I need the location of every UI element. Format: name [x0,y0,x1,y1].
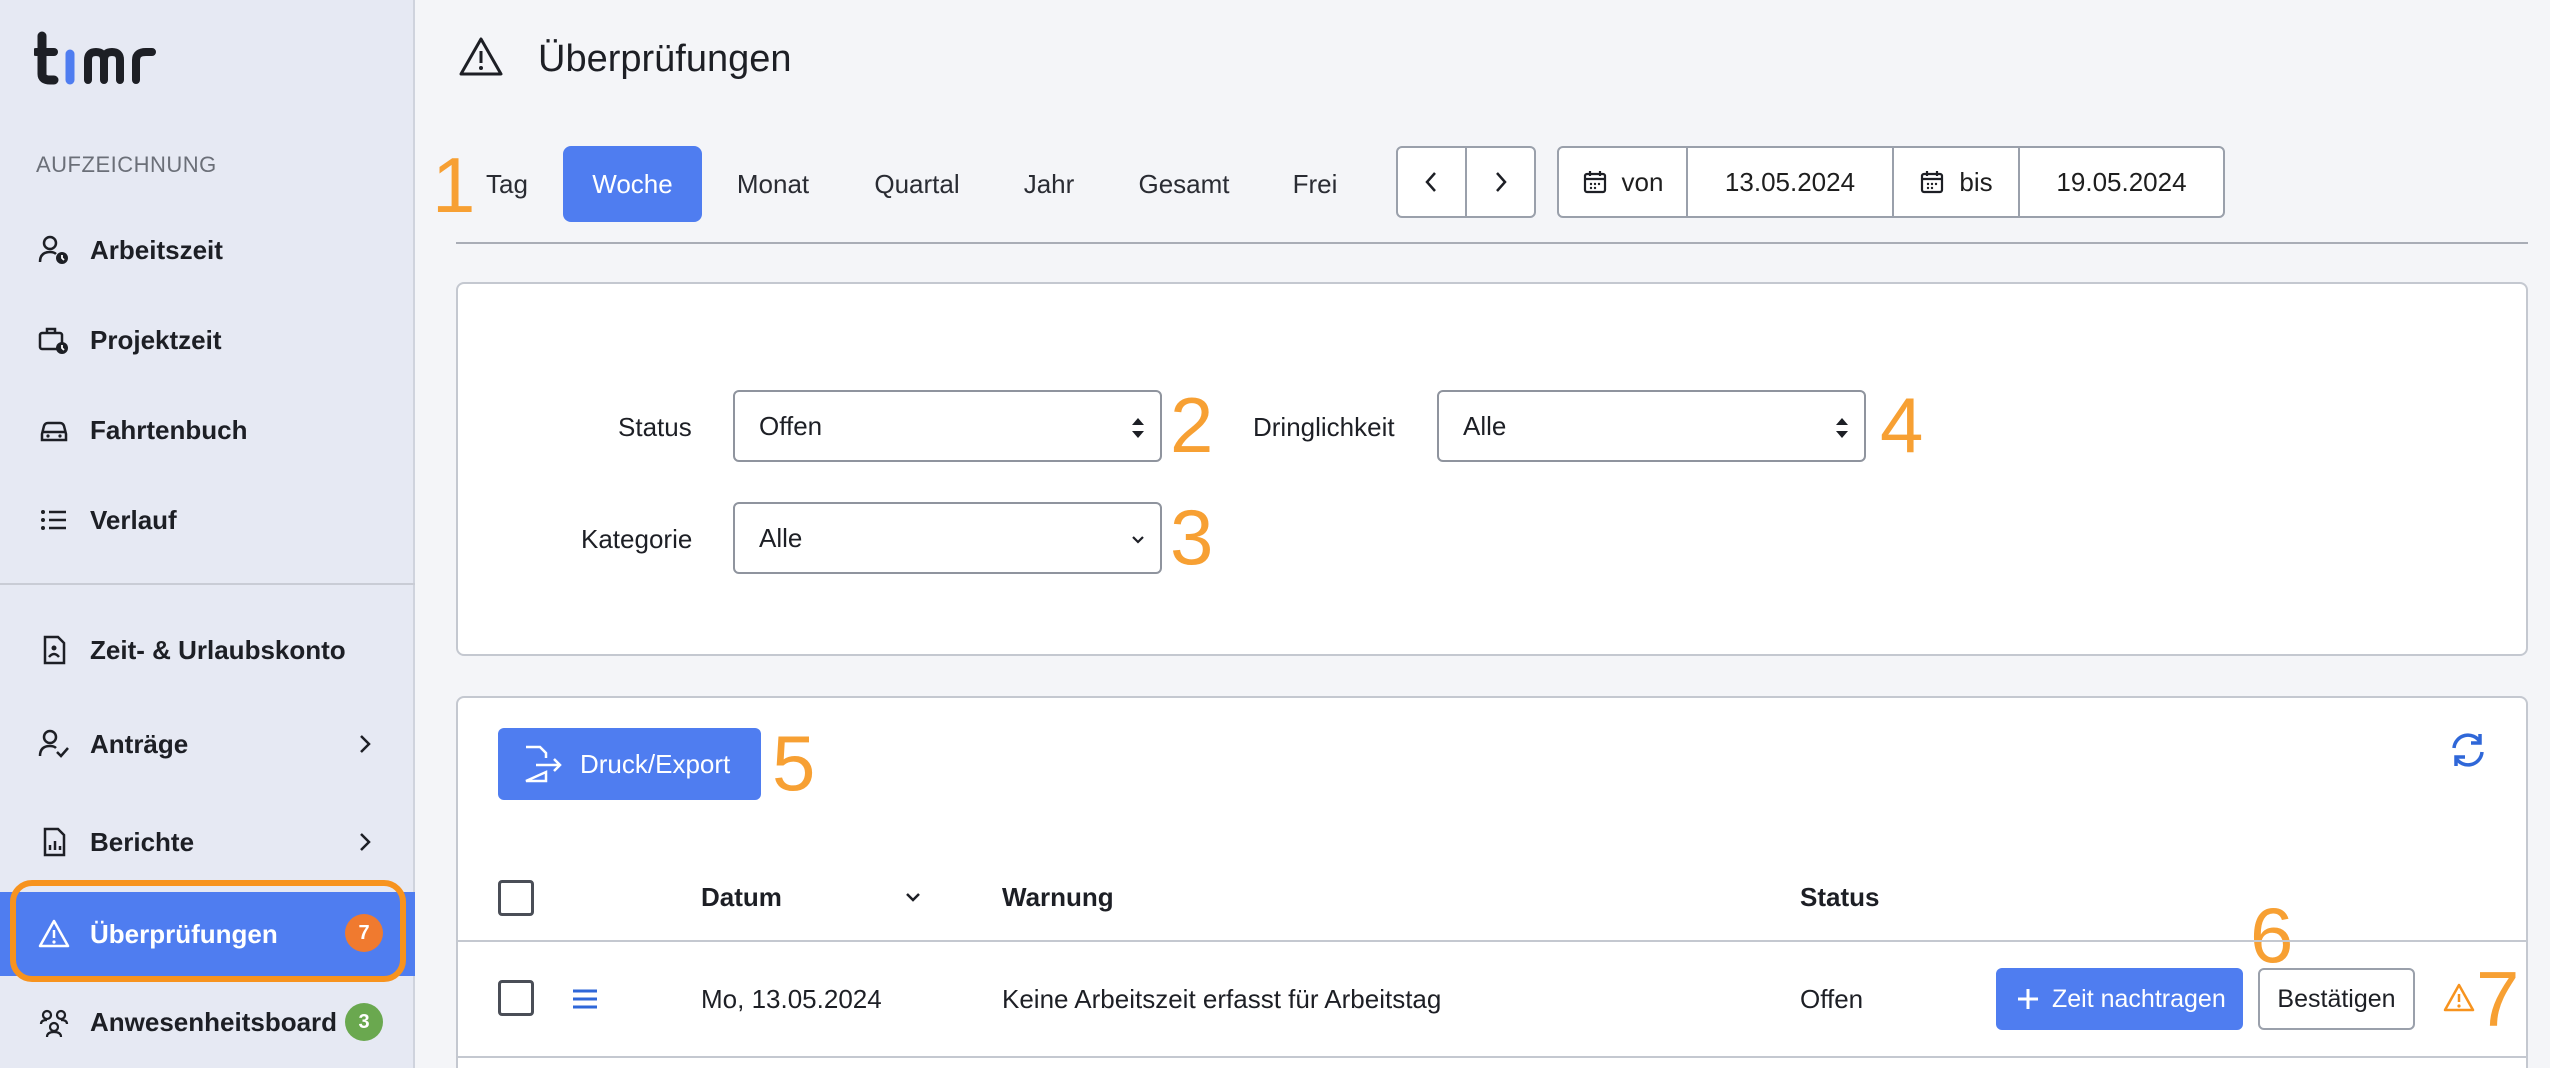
tab-tag[interactable]: Tag [478,146,536,222]
sort-chevron-down-icon[interactable] [900,884,926,915]
tab-monat[interactable]: Monat [725,146,821,222]
sidebar-item-projektzeit[interactable]: Projektzeit [0,300,415,380]
row-status: Offen [1800,984,1864,1014]
add-time-button[interactable]: Zeit nachtragen [1996,968,2243,1030]
sidebar-item-label: Berichte [90,826,195,857]
sidebar-item-label: Arbeitszeit [90,234,223,265]
page-header: Überprüfungen [458,36,792,83]
category-filter-label: Kategorie [581,524,693,554]
section-title-recording: AUFZEICHNUNG [36,152,217,177]
print-export-label: Druck/Export [580,748,731,779]
sidebar-item-label: Anträge [90,728,189,759]
chevron-right-icon [1496,172,1508,192]
chevron-right-icon [351,730,379,758]
warning-icon [2442,982,2476,1019]
urgency-select-value: Alle [1463,410,1507,441]
column-header-datum[interactable]: Datum [701,882,782,913]
tab-quartal[interactable]: Quartal [862,146,972,222]
sort-arrows-icon [1132,418,1144,438]
annotation-number: 1 [432,141,476,229]
sidebar-item-label: Projektzeit [90,324,222,355]
list-icon [36,502,72,538]
sidebar-item-fahrtenbuch[interactable]: Fahrtenbuch [0,390,415,470]
tab-gesamt[interactable]: Gesamt [1128,146,1240,222]
from-label: von [1621,166,1664,197]
row-warning: Keine Arbeitszeit erfasst für Arbeitstag [1002,984,1442,1014]
report-icon [36,824,72,860]
export-file-icon [525,745,562,783]
period-navigation [1396,146,1536,218]
refresh-icon[interactable] [2446,728,2490,777]
table-header-divider [458,940,2526,942]
group-icon [36,1004,72,1040]
add-time-label: Zeit nachtragen [2052,984,2226,1013]
highlight-annotation-box [10,880,406,982]
tab-jahr[interactable]: Jahr [1012,146,1086,222]
sidebar-item-label: Zeit- & Urlaubskonto [90,634,346,665]
calendar-icon [1921,171,1944,194]
filter-panel [456,282,2528,656]
annotation-number: 4 [1880,381,1924,469]
confirm-button[interactable]: Bestätigen [2258,968,2415,1030]
status-filter-label: Status [618,412,692,442]
sidebar-item-berichte[interactable]: Berichte [0,802,415,882]
chevron-left-icon [1424,172,1436,192]
sidebar: AUFZEICHNUNG Arbeitszeit Projektzeit Fah… [0,0,415,1068]
sidebar-item-label: Verlauf [90,504,177,535]
sidebar-item-label: Anwesenheitsboard [90,1006,338,1037]
annotation-number: 5 [772,719,816,807]
briefcase-clock-icon [36,322,72,358]
sidebar-item-label: Fahrtenbuch [90,414,248,445]
date-range-picker: von 13.05.2024 bis 19.05.2024 [1557,146,2225,218]
user-clock-icon [36,232,72,268]
to-date-input[interactable]: 19.05.2024 [2020,148,2223,216]
header-divider [456,242,2528,244]
annotation-number: 6 [2250,891,2294,979]
urgency-select[interactable]: Alle [1437,390,1866,462]
urgency-filter-label: Dringlichkeit [1253,412,1395,442]
from-date-input[interactable]: 13.05.2024 [1688,148,1894,216]
column-header-status: Status [1800,882,1880,912]
row-menu-icon[interactable] [570,984,600,1019]
sidebar-item-anwesenheitsboard[interactable]: Anwesenheitsboard 3 [0,982,415,1062]
table-row-divider [458,1056,2526,1058]
sort-arrows-icon [1836,418,1848,438]
column-header-warnung: Warnung [1002,882,1114,912]
annotation-number: 2 [1170,381,1214,469]
previous-period-button[interactable] [1398,148,1465,216]
row-checkbox[interactable] [498,980,534,1016]
annotation-number: 7 [2476,955,2520,1043]
category-select-value: Alle [759,522,803,553]
to-label: bis [1959,166,1993,197]
status-select[interactable]: Offen [733,390,1162,462]
print-export-button[interactable]: Druck/Export [498,728,761,800]
select-all-checkbox[interactable] [498,880,534,916]
tab-frei[interactable]: Frei [1282,146,1348,222]
category-select[interactable]: Alle [733,502,1162,574]
sidebar-item-verlauf[interactable]: Verlauf [0,480,415,560]
sidebar-item-arbeitszeit[interactable]: Arbeitszeit [0,210,415,290]
page-title: Überprüfungen [538,38,792,80]
from-date-label[interactable]: von [1559,148,1688,216]
chevron-down-icon [1132,536,1144,544]
next-period-button[interactable] [1467,148,1534,216]
row-date: Mo, 13.05.2024 [701,984,882,1014]
count-badge: 3 [345,1003,383,1041]
to-date-label[interactable]: bis [1894,148,2020,216]
user-check-icon [36,726,72,762]
warning-icon [458,36,504,83]
tab-woche[interactable]: Woche [563,146,702,222]
calendar-icon [1583,171,1606,194]
sidebar-item-zeit-urlaubskonto[interactable]: Zeit- & Urlaubskonto [0,610,415,690]
document-icon [36,632,72,668]
chevron-right-icon [351,828,379,856]
car-icon [36,412,72,448]
plus-icon [2018,989,2038,1009]
status-select-value: Offen [759,410,823,441]
annotation-number: 3 [1170,493,1214,581]
timr-logo[interactable] [32,30,164,86]
sidebar-item-antraege[interactable]: Anträge [0,704,415,784]
sidebar-divider [0,583,415,585]
